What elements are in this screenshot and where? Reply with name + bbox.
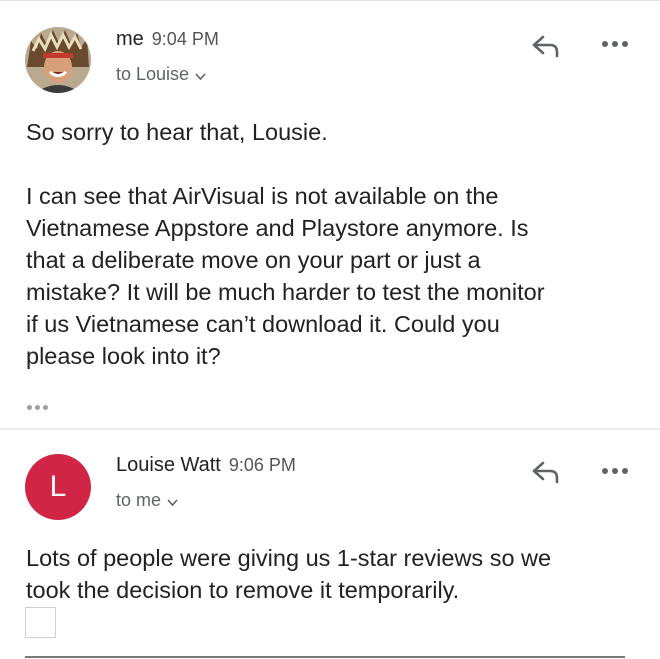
recipient-toggle[interactable]: to Louise [116,64,206,86]
message-time: 9:04 PM [151,29,219,49]
recipient-toggle[interactable]: to me [116,490,178,512]
body-line: mistake? It will be much harder to test … [26,279,545,305]
reply-icon [532,461,559,484]
more-options-button[interactable] [602,41,632,51]
sender-row: Louise Watt 9:06 PM [116,454,296,477]
chevron-down-icon [167,491,178,512]
reply-button[interactable] [530,34,562,58]
avatar[interactable]: L [25,454,91,520]
body-line: So sorry to hear that, Lousie. [26,119,328,145]
recipient-label: to me [116,490,162,510]
more-options-icon [602,468,608,474]
message-time: 9:06 PM [228,455,296,475]
body-line: Vietnamese Appstore and Playstore anymor… [26,215,529,241]
quoted-text-ellipsis-icon [27,405,32,410]
sender-name: me [116,28,144,50]
avatar[interactable] [25,27,91,93]
sender-row: me 9:04 PM [116,28,219,51]
more-options-icon [602,41,608,47]
show-quoted-text-button[interactable] [27,397,51,415]
chevron-down-icon [195,65,206,86]
body-line: that a deliberate move on your part or j… [26,247,481,273]
reply-button[interactable] [530,460,562,484]
body-line: Lots of people were giving us 1-star rev… [26,545,552,571]
body-line: I can see that AirVisual is not availabl… [26,183,499,209]
sender-name: Louise Watt [116,454,221,476]
body-line: took the decision to remove it temporari… [26,577,460,603]
body-line: if us Vietnamese can’t download it. Coul… [26,311,500,337]
more-options-button[interactable] [602,468,632,478]
message-divider [0,428,660,430]
reply-icon [532,35,559,58]
message-body: So sorry to hear that, Lousie. I can see… [26,116,636,372]
body-line: please look into it? [26,343,221,369]
message-body: Lots of people were giving us 1-star rev… [26,542,646,606]
bottom-divider [25,656,625,658]
recipient-label: to Louise [116,64,190,84]
image-placeholder [25,607,56,638]
top-divider [0,0,660,1]
